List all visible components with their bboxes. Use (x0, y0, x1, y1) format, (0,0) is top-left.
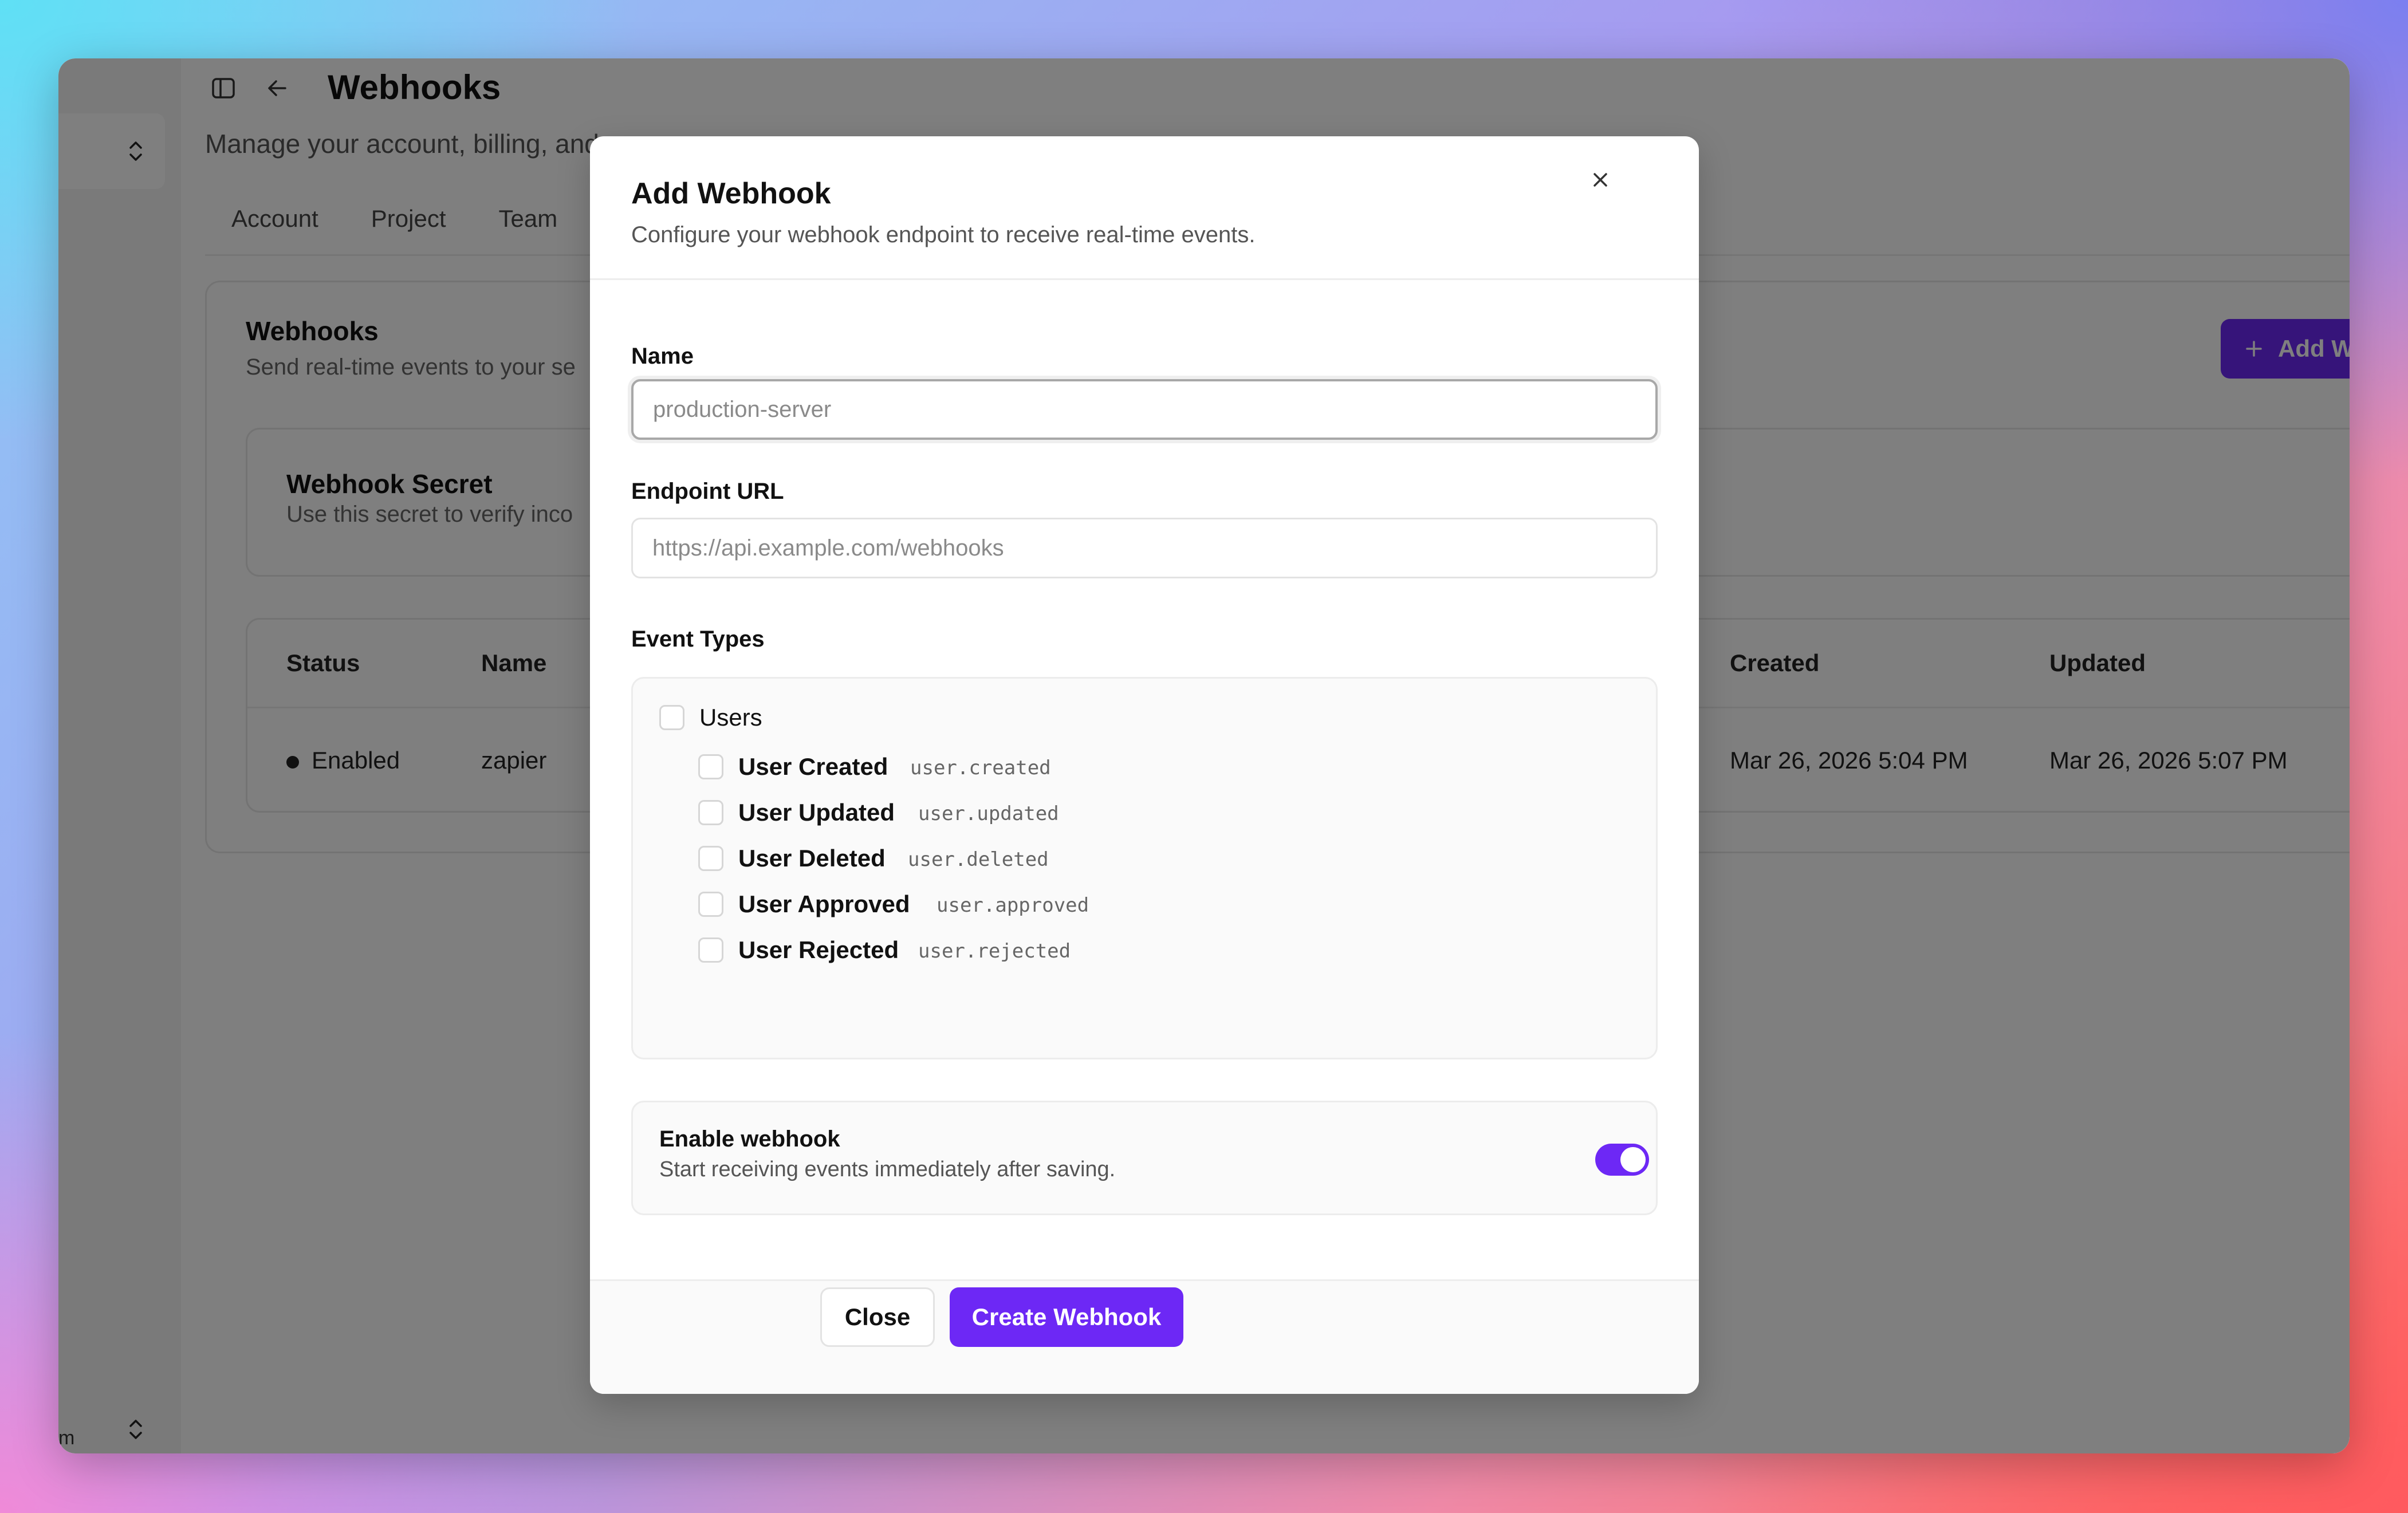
event-checkbox-user-rejected[interactable] (698, 937, 723, 963)
dialog-description: Configure your webhook endpoint to recei… (631, 222, 1256, 247)
event-code: user.created (910, 756, 1051, 779)
close-button[interactable]: Close (820, 1287, 935, 1347)
enable-webhook-toggle[interactable] (1595, 1144, 1649, 1176)
event-code: user.approved (937, 894, 1089, 917)
enable-webhook-description: Start receiving events immediately after… (659, 1157, 1116, 1181)
dialog-header-divider (590, 278, 1699, 280)
dialog-footer-divider (590, 1279, 1699, 1281)
event-label: User Approved (738, 891, 910, 917)
toggle-knob (1620, 1147, 1646, 1172)
event-label: User Deleted (738, 845, 886, 872)
add-webhook-dialog: Add Webhook Configure your webhook endpo… (590, 136, 1699, 1394)
app-window: m Webhooks Manage your account, billing,… (58, 58, 2350, 1453)
event-label: User Updated (738, 799, 895, 826)
endpoint-url-input[interactable] (631, 518, 1658, 578)
enable-webhook-title: Enable webhook (659, 1126, 840, 1152)
event-types-list: Users User Created user.created User Upd… (631, 677, 1658, 1059)
users-group-checkbox[interactable] (659, 705, 684, 730)
dialog-title: Add Webhook (631, 177, 831, 210)
event-code: user.deleted (908, 848, 1049, 871)
users-group-label: Users (699, 704, 762, 731)
event-checkbox-user-updated[interactable] (698, 800, 723, 825)
name-input[interactable] (631, 379, 1658, 440)
create-webhook-button[interactable]: Create Webhook (950, 1287, 1183, 1347)
event-label: User Rejected (738, 936, 899, 963)
endpoint-url-label: Endpoint URL (631, 479, 784, 504)
event-checkbox-user-approved[interactable] (698, 892, 723, 917)
event-code: user.updated (918, 802, 1059, 825)
name-label: Name (631, 344, 694, 369)
close-icon[interactable] (1583, 163, 1618, 197)
event-checkbox-user-created[interactable] (698, 754, 723, 779)
enable-webhook-panel: Enable webhook Start receiving events im… (631, 1101, 1658, 1215)
event-code: user.rejected (918, 940, 1071, 963)
event-label: User Created (738, 753, 888, 780)
event-types-label: Event Types (631, 627, 765, 652)
event-checkbox-user-deleted[interactable] (698, 846, 723, 871)
